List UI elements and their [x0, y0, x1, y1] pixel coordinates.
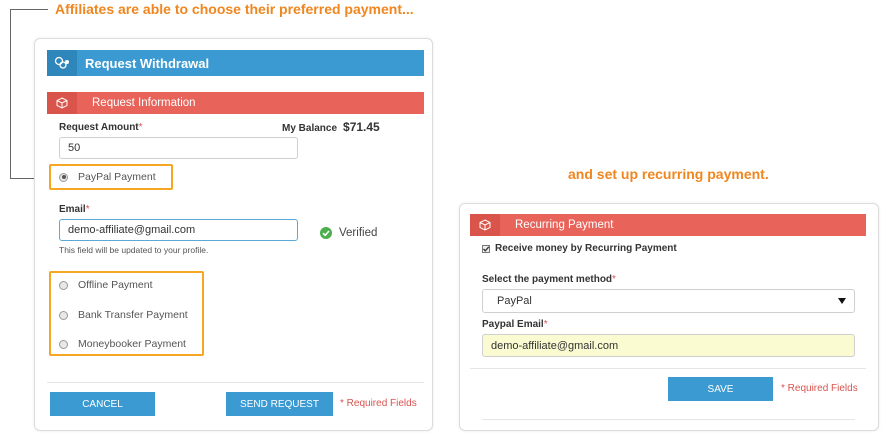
- paypal-payment-option[interactable]: PayPal Payment: [59, 171, 156, 183]
- balance-label: My Balance: [282, 123, 338, 134]
- recurring-payment-title: Recurring Payment: [515, 219, 614, 231]
- payment-method-value: PayPal: [497, 295, 532, 307]
- paypal-email-input[interactable]: demo-affiliate@gmail.com: [482, 334, 855, 357]
- caret-down-icon: [838, 298, 846, 304]
- cube-icon: [470, 214, 500, 236]
- offline-payment-option[interactable]: Offline Payment: [59, 279, 153, 291]
- request-withdrawal-header: Request Withdrawal: [47, 50, 424, 76]
- payment-method-label: Select the payment method*: [482, 274, 616, 285]
- save-button[interactable]: SAVE: [668, 377, 773, 401]
- send-request-button[interactable]: SEND REQUEST: [226, 392, 333, 416]
- coins-icon: [47, 50, 77, 76]
- recurring-payment-header: Recurring Payment: [470, 214, 866, 236]
- caption-right: and set up recurring payment.: [568, 166, 769, 182]
- moneybooker-label: Moneybooker Payment: [78, 338, 186, 350]
- request-amount-label: Request Amount*: [59, 122, 143, 133]
- recurring-checkbox-row[interactable]: Receive money by Recurring Payment: [482, 243, 677, 254]
- divider: [482, 419, 855, 420]
- radio-selected-icon[interactable]: [59, 172, 68, 182]
- cube-icon: [47, 92, 77, 114]
- checkbox-checked-icon[interactable]: [482, 244, 490, 253]
- bank-transfer-option[interactable]: Bank Transfer Payment: [59, 309, 188, 321]
- request-info-title: Request Information: [92, 97, 196, 109]
- required-fields-note: * Required Fields: [340, 398, 417, 409]
- radio-icon[interactable]: [59, 339, 68, 349]
- caption-left: Affiliates are able to choose their pref…: [55, 1, 414, 17]
- radio-icon[interactable]: [59, 280, 68, 290]
- offline-payment-label: Offline Payment: [78, 279, 153, 291]
- balance-value: $71.45: [343, 120, 380, 134]
- check-circle-icon: [320, 227, 332, 239]
- radio-icon[interactable]: [59, 310, 68, 320]
- request-withdrawal-title: Request Withdrawal: [85, 55, 210, 71]
- email-input[interactable]: demo-affiliate@gmail.com: [59, 219, 298, 241]
- verified-label: Verified: [339, 227, 378, 239]
- email-label: Email*: [59, 204, 90, 215]
- moneybooker-option[interactable]: Moneybooker Payment: [59, 338, 186, 350]
- recurring-checkbox-label: Receive money by Recurring Payment: [495, 243, 677, 254]
- payment-method-select[interactable]: PayPal: [482, 289, 855, 313]
- paypal-email-label: Paypal Email*: [482, 319, 548, 330]
- divider: [47, 382, 424, 383]
- email-hint: This field will be updated to your profi…: [59, 245, 209, 255]
- divider: [470, 368, 866, 369]
- bank-transfer-label: Bank Transfer Payment: [78, 309, 188, 321]
- required-fields-note: * Required Fields: [781, 383, 858, 394]
- verified-status: Verified: [320, 227, 377, 239]
- balance: My Balance $71.45: [282, 120, 380, 134]
- cancel-button[interactable]: CANCEL: [50, 392, 155, 416]
- paypal-payment-label: PayPal Payment: [78, 171, 156, 183]
- request-amount-input[interactable]: 50: [59, 137, 298, 159]
- request-info-header: Request Information: [47, 92, 424, 114]
